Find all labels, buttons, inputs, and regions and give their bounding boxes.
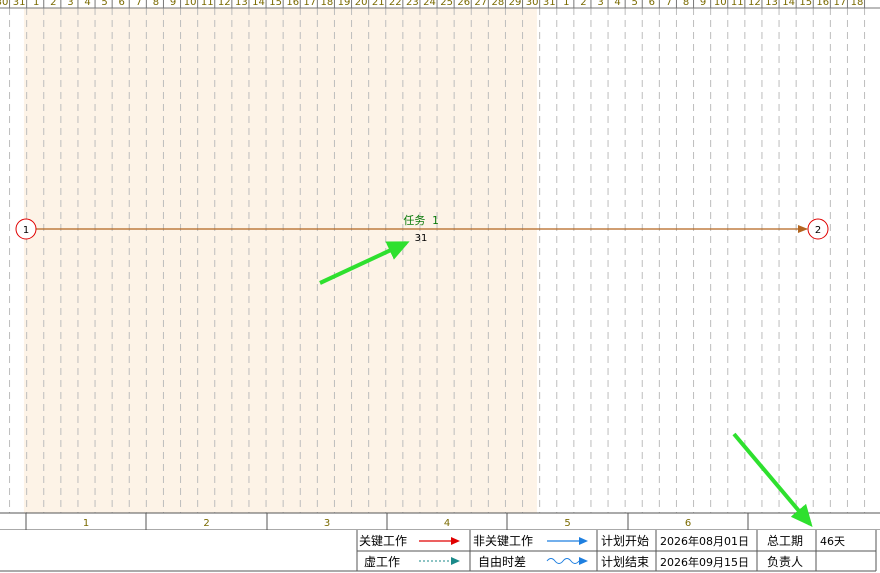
- day-label: 9: [170, 0, 176, 8]
- day-label: 23: [406, 0, 419, 8]
- day-label: 6: [649, 0, 655, 8]
- day-label: 5: [101, 0, 107, 8]
- legend-plan-start-label: 计划开始: [601, 534, 649, 548]
- day-label: 17: [303, 0, 316, 8]
- day-label: 4: [614, 0, 620, 8]
- task-duration-label: 31: [415, 233, 428, 244]
- day-label: 12: [218, 0, 231, 8]
- week-label: 4: [444, 518, 450, 529]
- day-label: 24: [423, 0, 436, 8]
- day-label: 2: [580, 0, 586, 8]
- week-label: 5: [564, 518, 570, 529]
- day-label: 11: [201, 0, 214, 8]
- legend-noncritical-label: 非关键工作: [473, 534, 533, 548]
- day-label: 28: [492, 0, 505, 8]
- day-label: 8: [683, 0, 689, 8]
- week-label: 2: [203, 518, 209, 529]
- node-1[interactable]: 1: [15, 218, 37, 240]
- legend-owner-label: 负责人: [767, 555, 803, 569]
- week-label: 3: [324, 518, 330, 529]
- day-label: 3: [597, 0, 603, 8]
- day-label: 13: [765, 0, 778, 8]
- task-name-label[interactable]: 任务 1: [403, 214, 438, 227]
- legend-total-label: 总工期: [767, 534, 803, 548]
- week-label: 6: [685, 518, 691, 529]
- day-label: 18: [321, 0, 334, 8]
- week-label: 1: [83, 518, 89, 529]
- day-label: 14: [252, 0, 265, 8]
- day-label: 12: [748, 0, 761, 8]
- day-label: 17: [834, 0, 847, 8]
- month-highlight-band: [23, 8, 537, 513]
- day-label: 25: [440, 0, 453, 8]
- day-label: 3: [67, 0, 73, 8]
- day-label: 21: [372, 0, 385, 8]
- day-label: 20: [355, 0, 368, 8]
- day-label: 29: [509, 0, 522, 8]
- day-label: 6: [119, 0, 125, 8]
- network-diagram-canvas[interactable]: 3031123456789101112131415161718192021222…: [0, 0, 880, 573]
- node-2[interactable]: 2: [807, 218, 829, 240]
- day-label: 1: [563, 0, 569, 8]
- day-label: 16: [286, 0, 299, 8]
- day-label: 9: [700, 0, 706, 8]
- day-label: 22: [389, 0, 402, 8]
- legend-plan-end-value: 2026年09月15日: [660, 555, 749, 569]
- day-label: 4: [84, 0, 90, 8]
- legend-float-label: 自由时差: [478, 555, 526, 569]
- legend-critical-label: 关键工作: [359, 534, 407, 548]
- day-label: 16: [816, 0, 829, 8]
- day-label: 1: [33, 0, 39, 8]
- day-label: 13: [235, 0, 248, 8]
- node-2-label: 2: [815, 225, 821, 236]
- day-label: 31: [543, 0, 556, 8]
- network-diagram-view: 3031123456789101112131415161718192021222…: [0, 0, 880, 573]
- day-label: 10: [184, 0, 197, 8]
- day-label: 30: [0, 0, 8, 8]
- day-label: 15: [799, 0, 812, 8]
- week-scale: 1 2 3 4 5 6: [0, 512, 880, 531]
- day-label: 2: [50, 0, 56, 8]
- day-label: 19: [338, 0, 351, 8]
- day-label: 15: [269, 0, 282, 8]
- legend-dummy-label: 虚工作: [364, 555, 400, 569]
- day-label: 27: [474, 0, 487, 8]
- day-label: 10: [714, 0, 727, 8]
- day-label: 8: [153, 0, 159, 8]
- legend-plan-start-value: 2026年08月01日: [660, 534, 749, 548]
- annotation-arrow-total-icon: [732, 432, 813, 528]
- day-label: 31: [13, 0, 26, 8]
- node-1-label: 1: [23, 225, 29, 236]
- day-label: 26: [457, 0, 470, 8]
- legend-total-value: 46天: [820, 535, 845, 548]
- day-label: 7: [666, 0, 672, 8]
- day-label: 5: [632, 0, 638, 8]
- day-label: 11: [731, 0, 744, 8]
- legend-plan-end-label: 计划结束: [601, 555, 649, 569]
- legend-table: 关键工作 非关键工作 计划开始 2026年08月01日 总工期 46天 虚工作 …: [0, 530, 880, 573]
- day-label: 7: [136, 0, 142, 8]
- day-label: 18: [851, 0, 864, 8]
- day-label: 30: [526, 0, 539, 8]
- day-label: 14: [782, 0, 795, 8]
